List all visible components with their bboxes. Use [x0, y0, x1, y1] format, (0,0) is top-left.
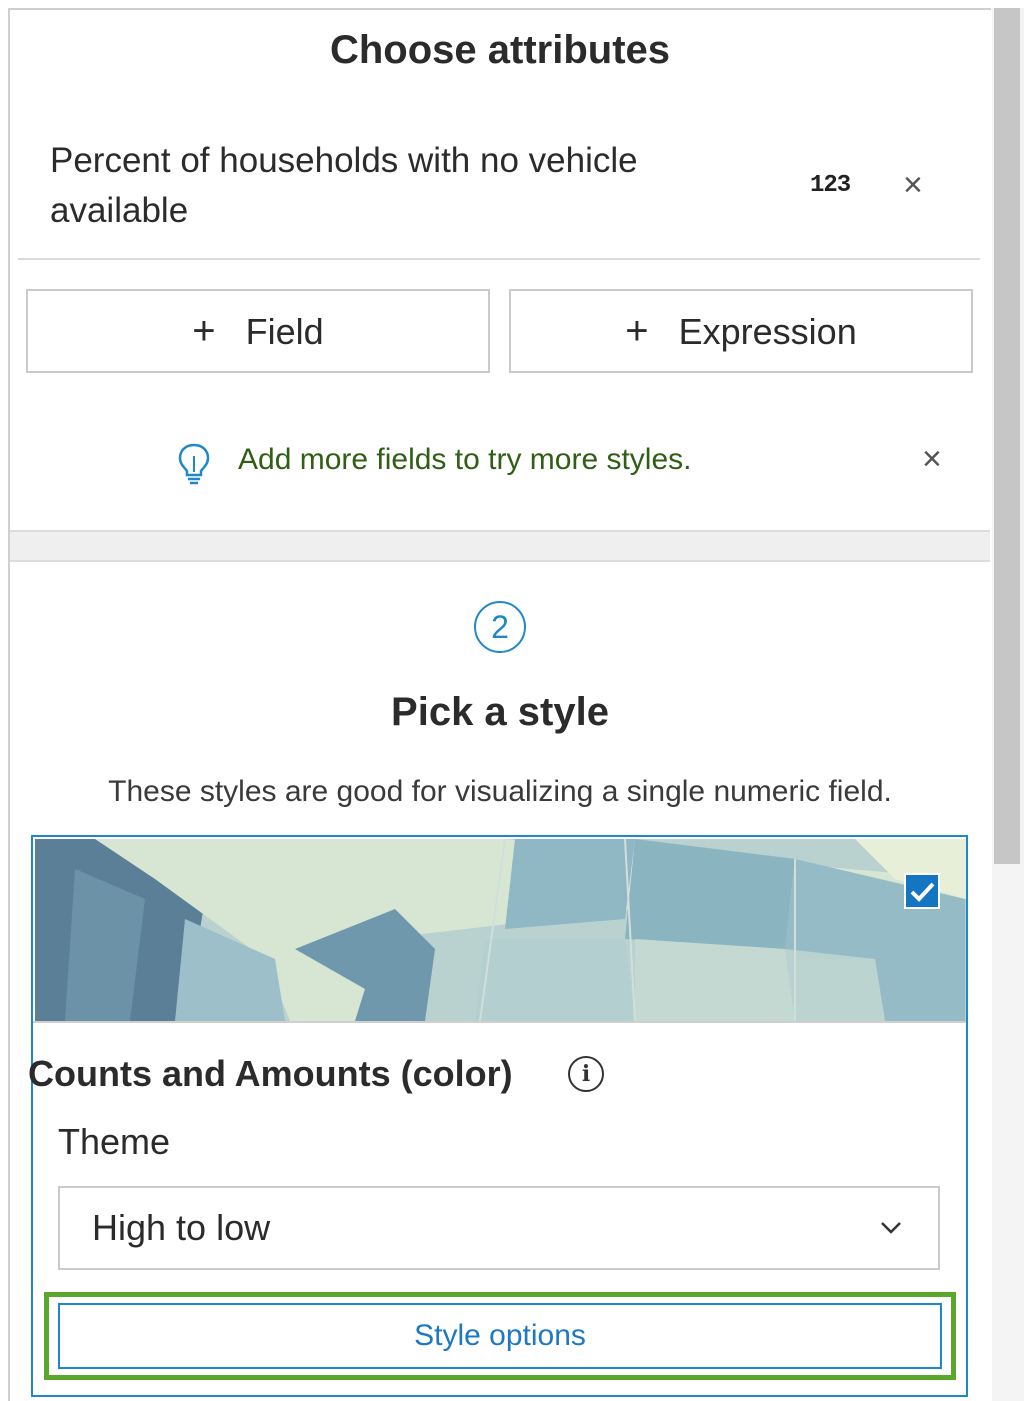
lightbulb-icon — [178, 443, 210, 485]
tip-text: Add more fields to try more styles. — [238, 443, 692, 476]
chevron-down-icon — [881, 1222, 901, 1234]
pick-style-title: Pick a style — [391, 690, 609, 734]
style-name: Counts and Amounts (color) — [28, 1053, 513, 1094]
number-type-icon: 123 — [810, 172, 851, 199]
add-field-label: Field — [245, 311, 324, 352]
add-expression-button[interactable]: + Expression — [509, 289, 973, 373]
plus-icon: + — [625, 309, 649, 353]
divider — [33, 1021, 966, 1023]
theme-selected-value: High to low — [92, 1207, 271, 1248]
theme-dropdown[interactable]: High to low — [58, 1186, 940, 1270]
selected-attribute-name: Percent of households with no vehicle av… — [50, 141, 638, 230]
dismiss-tip-close-icon[interactable]: × — [922, 442, 942, 476]
style-preview-map — [35, 839, 966, 1021]
pick-style-description: These styles are good for visualizing a … — [108, 775, 892, 808]
add-expression-label: Expression — [678, 311, 857, 352]
theme-label: Theme — [58, 1121, 171, 1162]
choose-attributes-title: Choose attributes — [329, 28, 671, 72]
plus-icon: + — [192, 309, 216, 353]
scrollbar-thumb[interactable] — [994, 8, 1020, 864]
divider — [18, 258, 980, 260]
step-number-badge: 2 — [474, 601, 526, 653]
style-options-button[interactable]: Style options — [58, 1303, 942, 1369]
checkmark-icon — [910, 882, 935, 902]
info-icon[interactable]: i — [568, 1056, 604, 1092]
section-separator — [10, 530, 990, 562]
remove-attribute-close-icon[interactable]: × — [903, 168, 923, 202]
add-field-button[interactable]: + Field — [26, 289, 490, 373]
selected-checkbox[interactable] — [904, 873, 940, 909]
